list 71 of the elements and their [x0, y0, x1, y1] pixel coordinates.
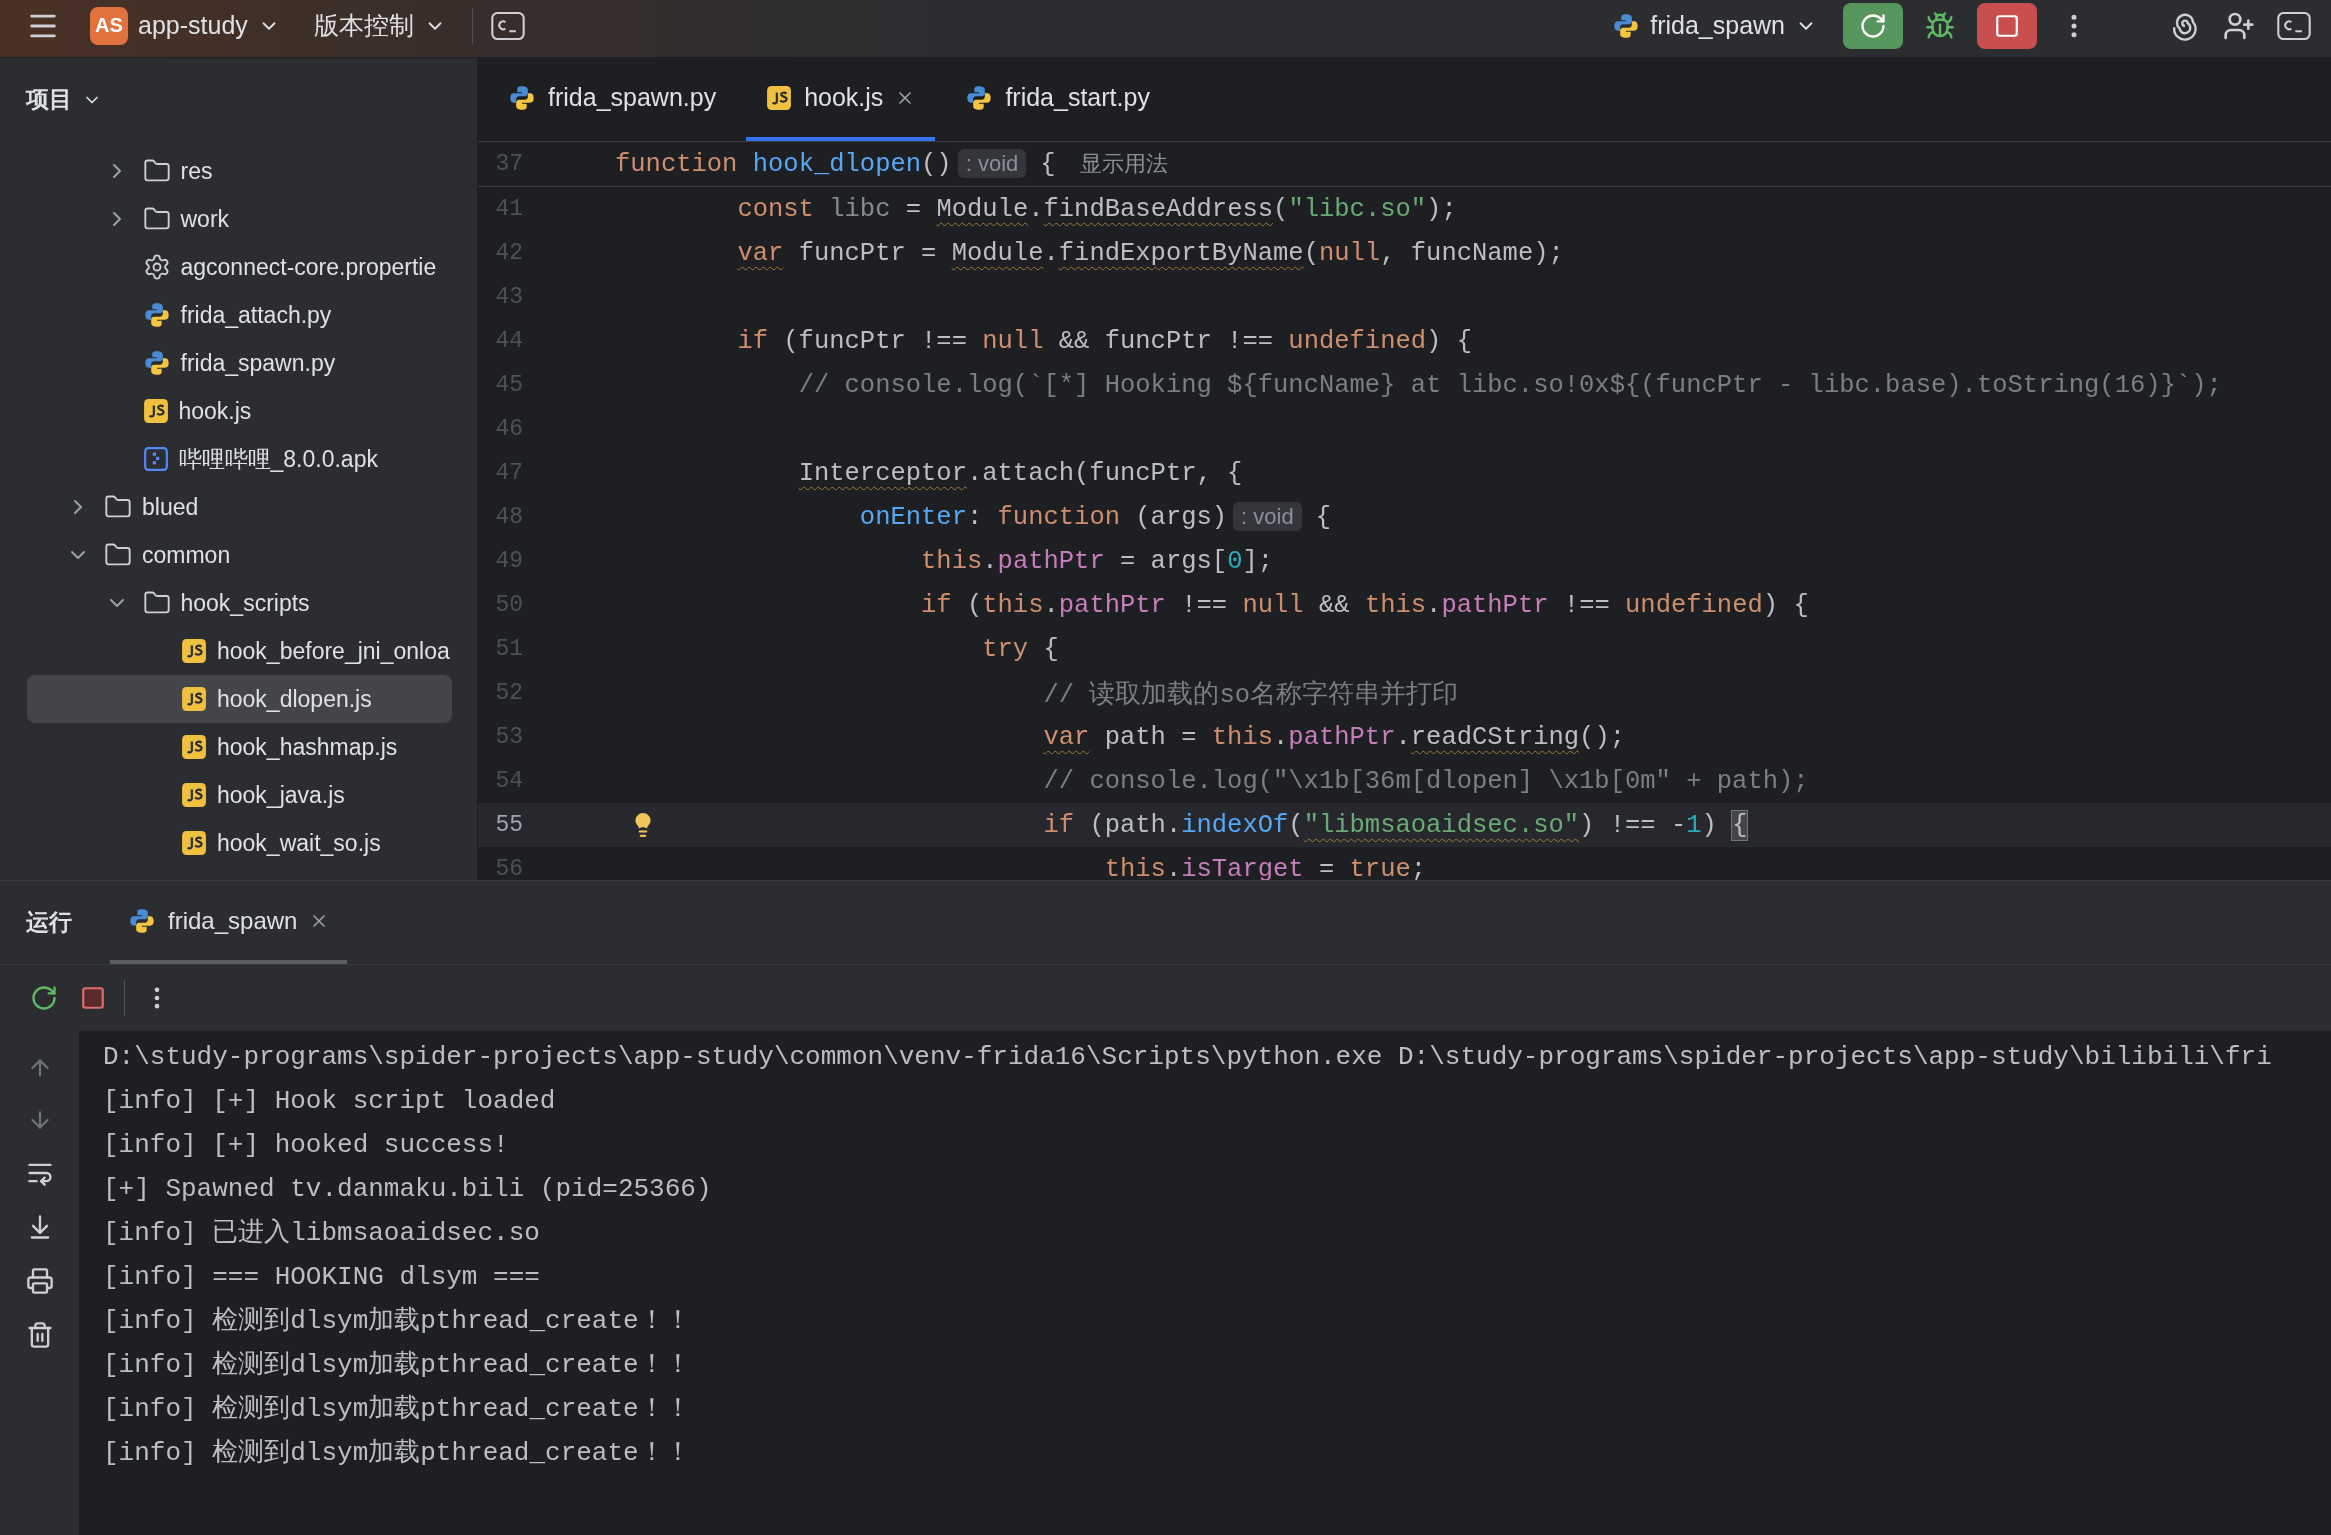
console-line: [info] [+] Hook script loaded [103, 1085, 557, 1118]
vcs-menu[interactable]: 版本控制 [305, 5, 454, 46]
code-line: // 读取加载的so名称字符串并打印 [1043, 679, 1458, 711]
tree-item[interactable]: frida_attach.py [27, 291, 452, 339]
code-line: if (this.pathPtr !== null && this.pathPtr !== undefined) { [921, 590, 1809, 620]
panel-title: 运行 [26, 908, 72, 937]
console-line: [info] 检测到dlsym加载pthread_create！！ [103, 1305, 692, 1338]
code-line: var funcPtr = Module.findExportByName(null, funcName); [737, 238, 1564, 268]
js-file-icon [181, 782, 207, 808]
code-line: function hook_dlopen() : void { 显示用法 [615, 149, 1168, 179]
js-file-icon [142, 398, 169, 424]
tree-item[interactable]: common [27, 531, 452, 579]
code-line: if (funcPtr !== null && funcPtr !== undefined) { [737, 326, 1472, 356]
console-line: [+] Spawned tv.danmaku.bili (pid=25366) [103, 1173, 713, 1206]
tree-item[interactable]: hook_scripts [27, 579, 452, 627]
js-file-icon [181, 638, 207, 664]
code-line: try { [982, 634, 1059, 664]
code-line: var path = this.pathPtr.readCString(); [1043, 722, 1626, 752]
console-line: [info] === HOOKING dlsym === [103, 1261, 541, 1294]
package-icon [142, 446, 169, 472]
python-icon [508, 83, 536, 112]
python-icon [142, 301, 171, 329]
editor-tab[interactable]: hook.js [746, 58, 936, 141]
console-line: [info] 检测到dlsym加载pthread_create！！ [103, 1437, 692, 1470]
python-icon [1612, 11, 1641, 40]
project-badge: AS [90, 6, 128, 45]
tree-item[interactable]: hook_wait_so.js [27, 819, 452, 867]
project-name: app-study [138, 11, 248, 40]
code-line: this.isTarget = true; [1104, 854, 1427, 880]
code-line: onEnter: function (args) : void { [859, 502, 1331, 532]
run-config-selector[interactable]: frida_spawn [1604, 7, 1825, 44]
stop-icon [1994, 12, 2020, 39]
rerun-icon [1859, 11, 1887, 40]
python-icon [965, 83, 994, 112]
python-icon [142, 349, 171, 377]
terminal-icon[interactable] [2277, 10, 2311, 41]
code-line: const libc = Module.findBaseAddress("libc.so"); [737, 194, 1457, 224]
code-line: // console.log("\x1b[36m[dlopen] \x1b[0m" + path); [1043, 766, 1809, 796]
js-file-icon [766, 84, 793, 111]
tree-item[interactable]: hook_hashmap.js [27, 723, 452, 771]
editor-tab[interactable]: frida_start.py [945, 58, 1170, 141]
line-number: 55 [494, 812, 523, 838]
project-selector[interactable]: AS app-study [82, 2, 288, 49]
console-line: [info] 检测到dlsym加载pthread_create！！ [103, 1349, 692, 1382]
console-line: [info] 检测到dlsym加载pthread_create！！ [103, 1393, 692, 1426]
tree-item[interactable]: res [27, 147, 452, 195]
code-line: Interceptor.attach(funcPtr, { [798, 458, 1243, 488]
tree-item[interactable]: agconnect-core.propertie [27, 243, 452, 291]
tree-item[interactable]: hook_dlopen.js [27, 675, 452, 723]
tree-item[interactable]: frida_spawn.py [27, 339, 452, 387]
console-line: D:\study-programs\spider-projects\app-study\common\venv-frida16\Scripts\python.exe D:\study-programs\spider-projects\app-study\bilibili\fri [103, 1041, 2273, 1074]
terminal-icon[interactable] [490, 10, 525, 41]
js-file-icon [181, 830, 207, 856]
code-line: if (path.indexOf("libmsaoaidsec.so") !== -1) { [1043, 810, 1748, 840]
tree-item[interactable]: hook_java.js [27, 771, 452, 819]
console-line: [info] [+] hooked success! [103, 1129, 510, 1162]
rerun-button[interactable] [1843, 2, 1903, 49]
stop-button[interactable] [1977, 2, 2037, 49]
console-line: [info] 已进入libmsaoaidsec.so [103, 1217, 541, 1250]
tree-item[interactable]: 哔哩哔哩_8.0.0.apk [27, 435, 452, 483]
project-view-selector[interactable]: 项目 [26, 84, 102, 115]
python-icon [128, 906, 156, 935]
js-file-icon [181, 734, 207, 760]
tree-item[interactable]: blued [27, 483, 452, 531]
code-line: this.pathPtr = args[0]; [921, 546, 1274, 576]
tree-item[interactable]: hook_before_jni_onloa [27, 627, 452, 675]
js-file-icon [181, 686, 207, 712]
editor-tab[interactable]: frida_spawn.py [488, 58, 737, 141]
tree-item[interactable]: work [27, 195, 452, 243]
code-line: // console.log(`[*] Hooking ${funcName} at libc.so!0x${(funcPtr - libc.base).toString(16)}`); [798, 370, 2222, 400]
tree-item[interactable]: hook.js [27, 387, 452, 435]
